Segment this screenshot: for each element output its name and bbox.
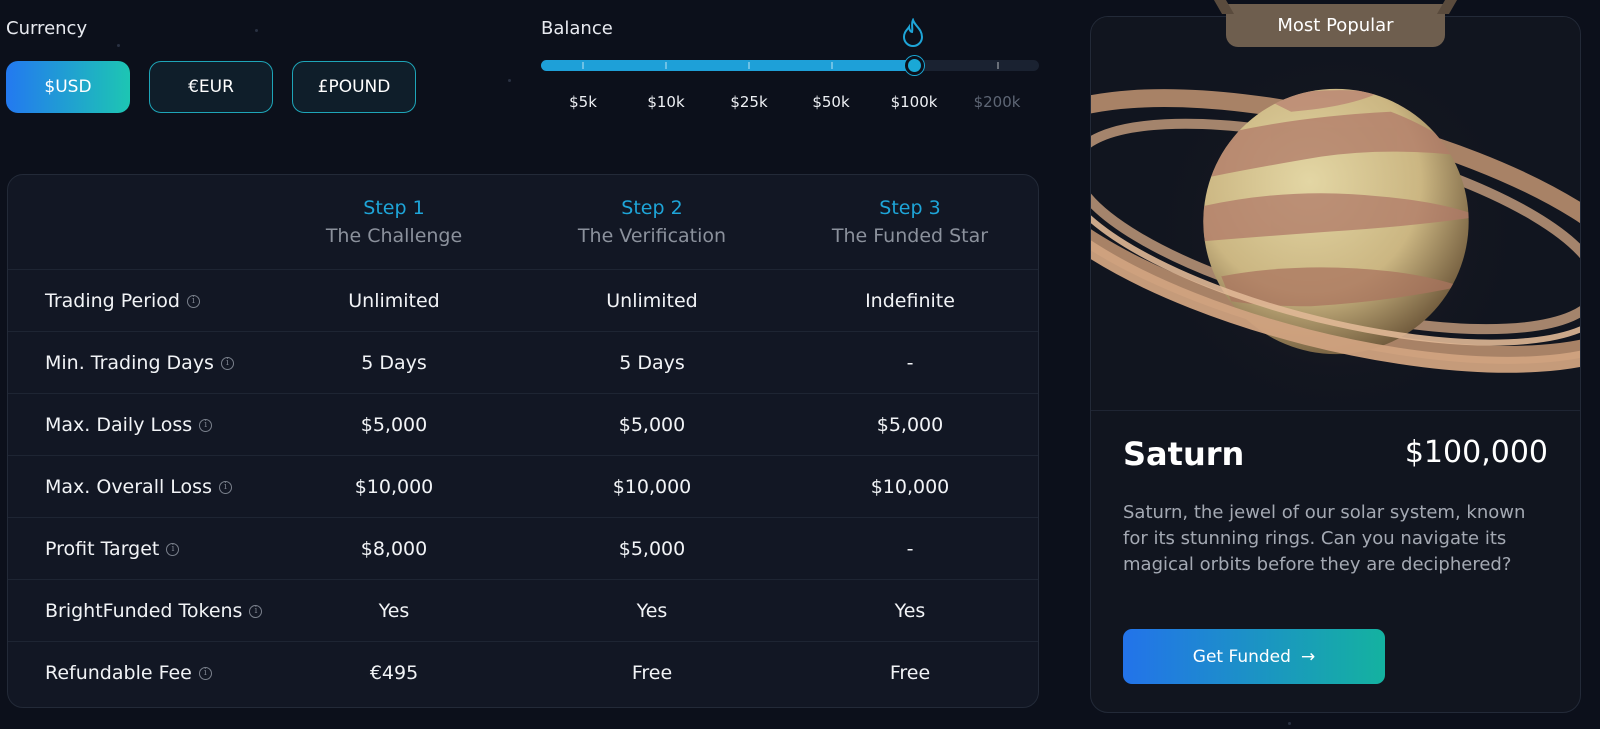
table-cell: $5,000 <box>618 538 686 560</box>
step-1-subtitle: The Challenge <box>325 225 463 247</box>
plan-description: Saturn, the jewel of our solar system, k… <box>1123 502 1526 575</box>
balance-slider[interactable] <box>541 56 1039 75</box>
table-cell: Indefinite <box>865 290 955 312</box>
table-cell: Unlimited <box>348 290 440 312</box>
balance-option-25k[interactable]: $25k <box>730 93 767 111</box>
table-cell: Unlimited <box>606 290 698 312</box>
table-cell: 5 Days <box>619 352 685 374</box>
table-cell: - <box>906 352 914 374</box>
balance-option-10k[interactable]: $10k <box>647 93 684 111</box>
row-label: Max. Overall Loss i <box>45 456 232 518</box>
slider-tick <box>665 62 667 69</box>
balance-option-5k[interactable]: $5k <box>569 93 597 111</box>
table-cell: $8,000 <box>360 538 428 560</box>
most-popular-badge: Most Popular <box>1226 4 1445 47</box>
comparison-table: Step 1 The Challenge Step 2 The Verifica… <box>7 174 1039 708</box>
row-label: Refundable Fee i <box>45 642 212 704</box>
background-star <box>508 79 511 82</box>
table-row: BrightFunded Tokens i Yes Yes Yes <box>8 579 1038 641</box>
info-icon[interactable]: i <box>187 294 200 308</box>
get-funded-label: Get Funded <box>1192 646 1291 667</box>
slider-tick <box>582 62 584 69</box>
plan-price: $100,000 <box>1404 435 1548 470</box>
step-2-subtitle: The Verification <box>577 225 727 247</box>
step-1-header: Step 1 The Challenge <box>274 197 514 247</box>
table-cell: $5,000 <box>360 414 428 436</box>
table-cell: Yes <box>636 600 668 622</box>
table-cell: $5,000 <box>876 414 944 436</box>
currency-pound-button[interactable]: £POUND <box>292 61 416 113</box>
slider-handle[interactable] <box>905 56 924 75</box>
table-cell: Free <box>889 662 931 684</box>
currency-selector: $USD €EUR £POUND <box>6 61 416 113</box>
table-row: Max. Overall Loss i $10,000 $10,000 $10,0… <box>8 455 1038 517</box>
saturn-planet-image <box>1091 17 1580 411</box>
info-icon[interactable]: i <box>199 418 213 432</box>
row-label-text: Max. Daily Loss <box>45 414 193 436</box>
balance-options: $5k $10k $25k $50k $100k $200k <box>541 93 1061 113</box>
row-label-text: Profit Target <box>45 538 160 560</box>
row-label-text: Min. Trading Days <box>45 352 214 374</box>
balance-option-200k[interactable]: $200k <box>974 93 1021 111</box>
slider-tick <box>748 62 750 69</box>
currency-label: Currency <box>6 18 88 39</box>
step-3-header: Step 3 The Funded Star <box>790 197 1030 247</box>
plan-card: Saturn $100,000 Saturn, the jewel of our… <box>1090 16 1581 713</box>
table-cell: $10,000 <box>612 476 692 498</box>
table-row: Refundable Fee i €495 Free Free <box>8 641 1038 703</box>
table-cell: 5 Days <box>361 352 427 374</box>
row-label: Trading Period i <box>45 270 200 332</box>
table-cell: $10,000 <box>870 476 950 498</box>
step-3-title: Step 3 <box>879 197 941 219</box>
table-row: Profit Target i $8,000 $5,000 - <box>8 517 1038 579</box>
row-label: Profit Target i <box>45 518 180 580</box>
table-cell: $5,000 <box>618 414 686 436</box>
step-1-title: Step 1 <box>363 197 425 219</box>
info-icon[interactable]: i <box>218 480 232 494</box>
table-cell: Yes <box>378 600 410 622</box>
plan-name: Saturn <box>1123 435 1245 473</box>
table-cell: €495 <box>369 662 419 684</box>
step-2-title: Step 2 <box>621 197 683 219</box>
get-funded-button[interactable]: Get Funded → <box>1123 629 1385 684</box>
info-icon[interactable]: i <box>249 604 263 618</box>
row-label: Min. Trading Days i <box>45 332 234 394</box>
row-label-text: BrightFunded Tokens <box>45 600 243 622</box>
balance-option-100k[interactable]: $100k <box>891 93 938 111</box>
table-row: Max. Daily Loss i $5,000 $5,000 $5,000 <box>8 393 1038 455</box>
arrow-right-icon: → <box>1300 646 1316 667</box>
table-row: Min. Trading Days i 5 Days 5 Days - <box>8 331 1038 393</box>
step-2-header: Step 2 The Verification <box>532 197 772 247</box>
slider-tick <box>997 62 999 69</box>
currency-eur-button[interactable]: €EUR <box>149 61 273 113</box>
background-star <box>1288 722 1291 725</box>
table-row: Trading Period i Unlimited Unlimited Inde… <box>8 269 1038 331</box>
step-3-subtitle: The Funded Star <box>831 225 989 247</box>
row-label: Max. Daily Loss i <box>45 394 213 456</box>
table-cell: $10,000 <box>354 476 434 498</box>
info-icon[interactable]: i <box>198 666 212 680</box>
background-star <box>255 29 258 32</box>
slider-fill <box>541 60 914 71</box>
flame-icon <box>902 18 924 47</box>
row-label-text: Trading Period <box>45 290 180 312</box>
info-icon[interactable]: i <box>166 542 180 556</box>
balance-label: Balance <box>541 18 613 39</box>
info-icon[interactable]: i <box>220 356 234 370</box>
table-cell: Free <box>631 662 673 684</box>
row-label-text: Max. Overall Loss <box>45 476 212 498</box>
slider-tick <box>831 62 833 69</box>
table-cell: Yes <box>894 600 926 622</box>
row-label: BrightFunded Tokens i <box>45 580 263 642</box>
background-star <box>117 44 120 47</box>
currency-usd-button[interactable]: $USD <box>6 61 130 113</box>
balance-option-50k[interactable]: $50k <box>812 93 849 111</box>
table-cell: - <box>906 538 914 560</box>
row-label-text: Refundable Fee <box>45 662 192 684</box>
